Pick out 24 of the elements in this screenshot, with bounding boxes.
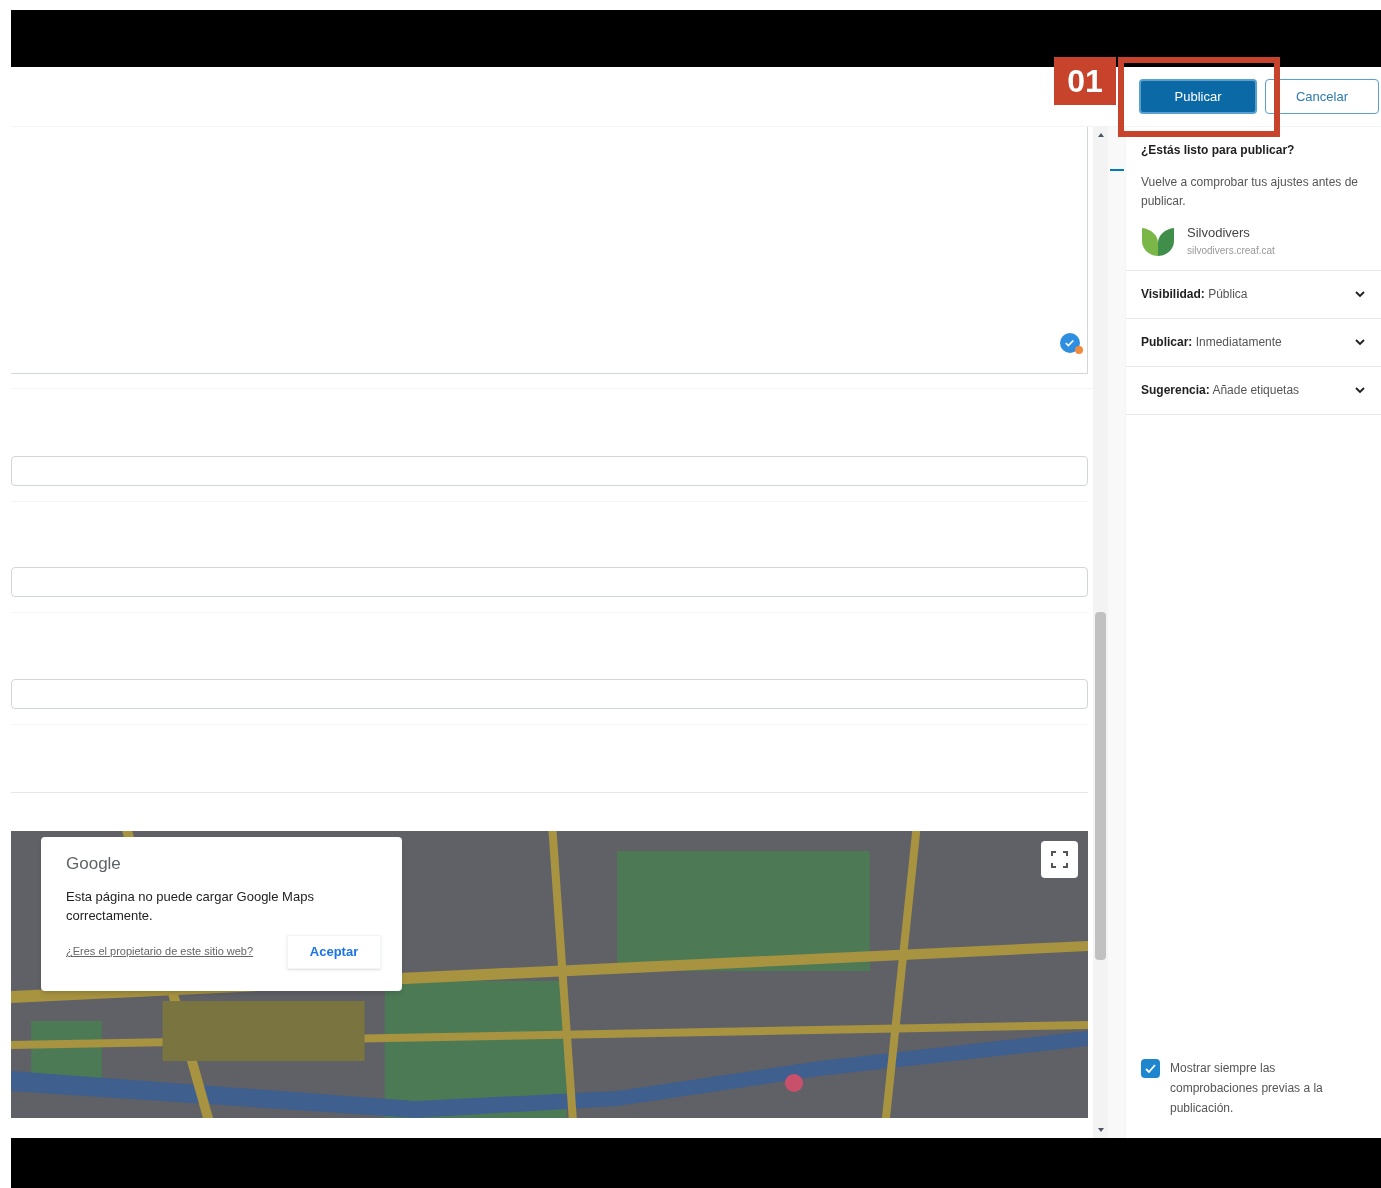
dialog-message: Esta página no puede cargar Google Maps correctamente. bbox=[66, 887, 315, 925]
owner-link[interactable]: ¿Eres el propietario de este sitio web? bbox=[66, 943, 254, 960]
accept-button[interactable]: Aceptar bbox=[287, 934, 381, 969]
input-field[interactable] bbox=[11, 679, 1088, 709]
checkbox-label: Mostrar siempre las comprobaciones previas a la publicación. bbox=[1170, 1060, 1324, 1117]
input-field[interactable] bbox=[11, 567, 1088, 597]
chevron-icon bbox=[1354, 384, 1366, 396]
publish-button[interactable]: Publicar bbox=[1139, 79, 1257, 114]
panel-description: Vuelve a comprobar tus ajustes antes de publicar. bbox=[1141, 174, 1359, 210]
checkbox[interactable] bbox=[1141, 1059, 1160, 1078]
chevron-icon bbox=[1354, 288, 1366, 300]
cancel-button[interactable]: Cancelar bbox=[1265, 79, 1379, 114]
site-name: Silvodivers bbox=[1187, 224, 1251, 242]
input-field[interactable] bbox=[11, 456, 1088, 486]
check-icon bbox=[1058, 331, 1082, 355]
scrollbar-thumb[interactable] bbox=[1095, 612, 1106, 960]
chevron-icon bbox=[1354, 336, 1366, 348]
fullscreen-button[interactable] bbox=[1041, 841, 1078, 878]
annotation-badge: 01 bbox=[1054, 57, 1116, 105]
scrollbar[interactable] bbox=[1093, 127, 1108, 1138]
panel-title: ¿Estás listo para publicar? bbox=[1141, 142, 1296, 159]
google-wordmark: Google bbox=[66, 853, 122, 875]
site-url: silvodivers.creaf.cat bbox=[1187, 243, 1275, 258]
text-area[interactable] bbox=[11, 127, 1088, 374]
